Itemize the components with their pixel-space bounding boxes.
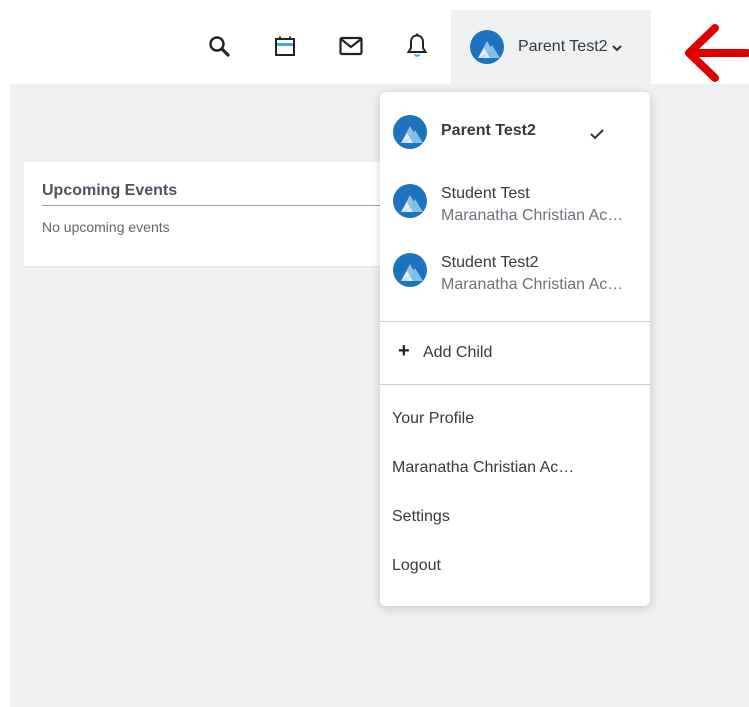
add-child-button[interactable]: + Add Child [380, 332, 650, 372]
user-name: Parent Test2 [518, 38, 608, 55]
account-name: Parent Test2 [441, 122, 536, 139]
account-item[interactable]: Student Test Maranatha Christian Ac… [380, 178, 650, 234]
divider [380, 384, 650, 385]
bell-icon[interactable] [401, 30, 433, 62]
account-item[interactable]: Student Test2 Maranatha Christian Ac… [380, 247, 650, 303]
avatar [393, 184, 427, 218]
card-title: Upcoming Events [42, 182, 178, 199]
user-dropdown-menu: Parent Test2 Student Test Maranatha Chri… [380, 92, 650, 606]
page: Parent Test2 Upcoming Events No upcoming… [0, 0, 749, 707]
top-bar: Parent Test2 [0, 0, 749, 84]
divider [380, 321, 650, 322]
divider [42, 205, 422, 206]
avatar [470, 30, 504, 64]
account-name: Student Test2 [441, 254, 539, 271]
account-school: Maranatha Christian Ac… [441, 276, 624, 293]
menu-item-school[interactable]: Maranatha Christian Ac… [380, 448, 650, 488]
check-icon [590, 129, 604, 140]
menu-item-label: Your Profile [392, 410, 475, 427]
chevron-down-icon [611, 45, 622, 52]
plus-icon: + [398, 340, 410, 362]
menu-item-label: Maranatha Christian Ac… [392, 459, 575, 476]
user-menu-button[interactable]: Parent Test2 [451, 10, 651, 84]
avatar [393, 115, 427, 149]
calendar-icon[interactable] [269, 30, 301, 62]
menu-item-settings[interactable]: Settings [380, 497, 650, 537]
annotation-arrow-icon [685, 24, 749, 82]
menu-item-label: Logout [392, 557, 441, 574]
account-name: Student Test [441, 185, 530, 202]
empty-state-text: No upcoming events [42, 219, 170, 235]
search-icon[interactable] [203, 30, 235, 62]
menu-item-label: Settings [392, 508, 450, 525]
menu-item-your-profile[interactable]: Your Profile [380, 399, 650, 439]
account-item[interactable]: Parent Test2 [380, 104, 650, 160]
menu-item-logout[interactable]: Logout [380, 546, 650, 586]
account-school: Maranatha Christian Ac… [441, 207, 624, 224]
add-child-label: Add Child [423, 344, 493, 361]
mail-icon[interactable] [335, 30, 367, 62]
avatar [393, 253, 427, 287]
